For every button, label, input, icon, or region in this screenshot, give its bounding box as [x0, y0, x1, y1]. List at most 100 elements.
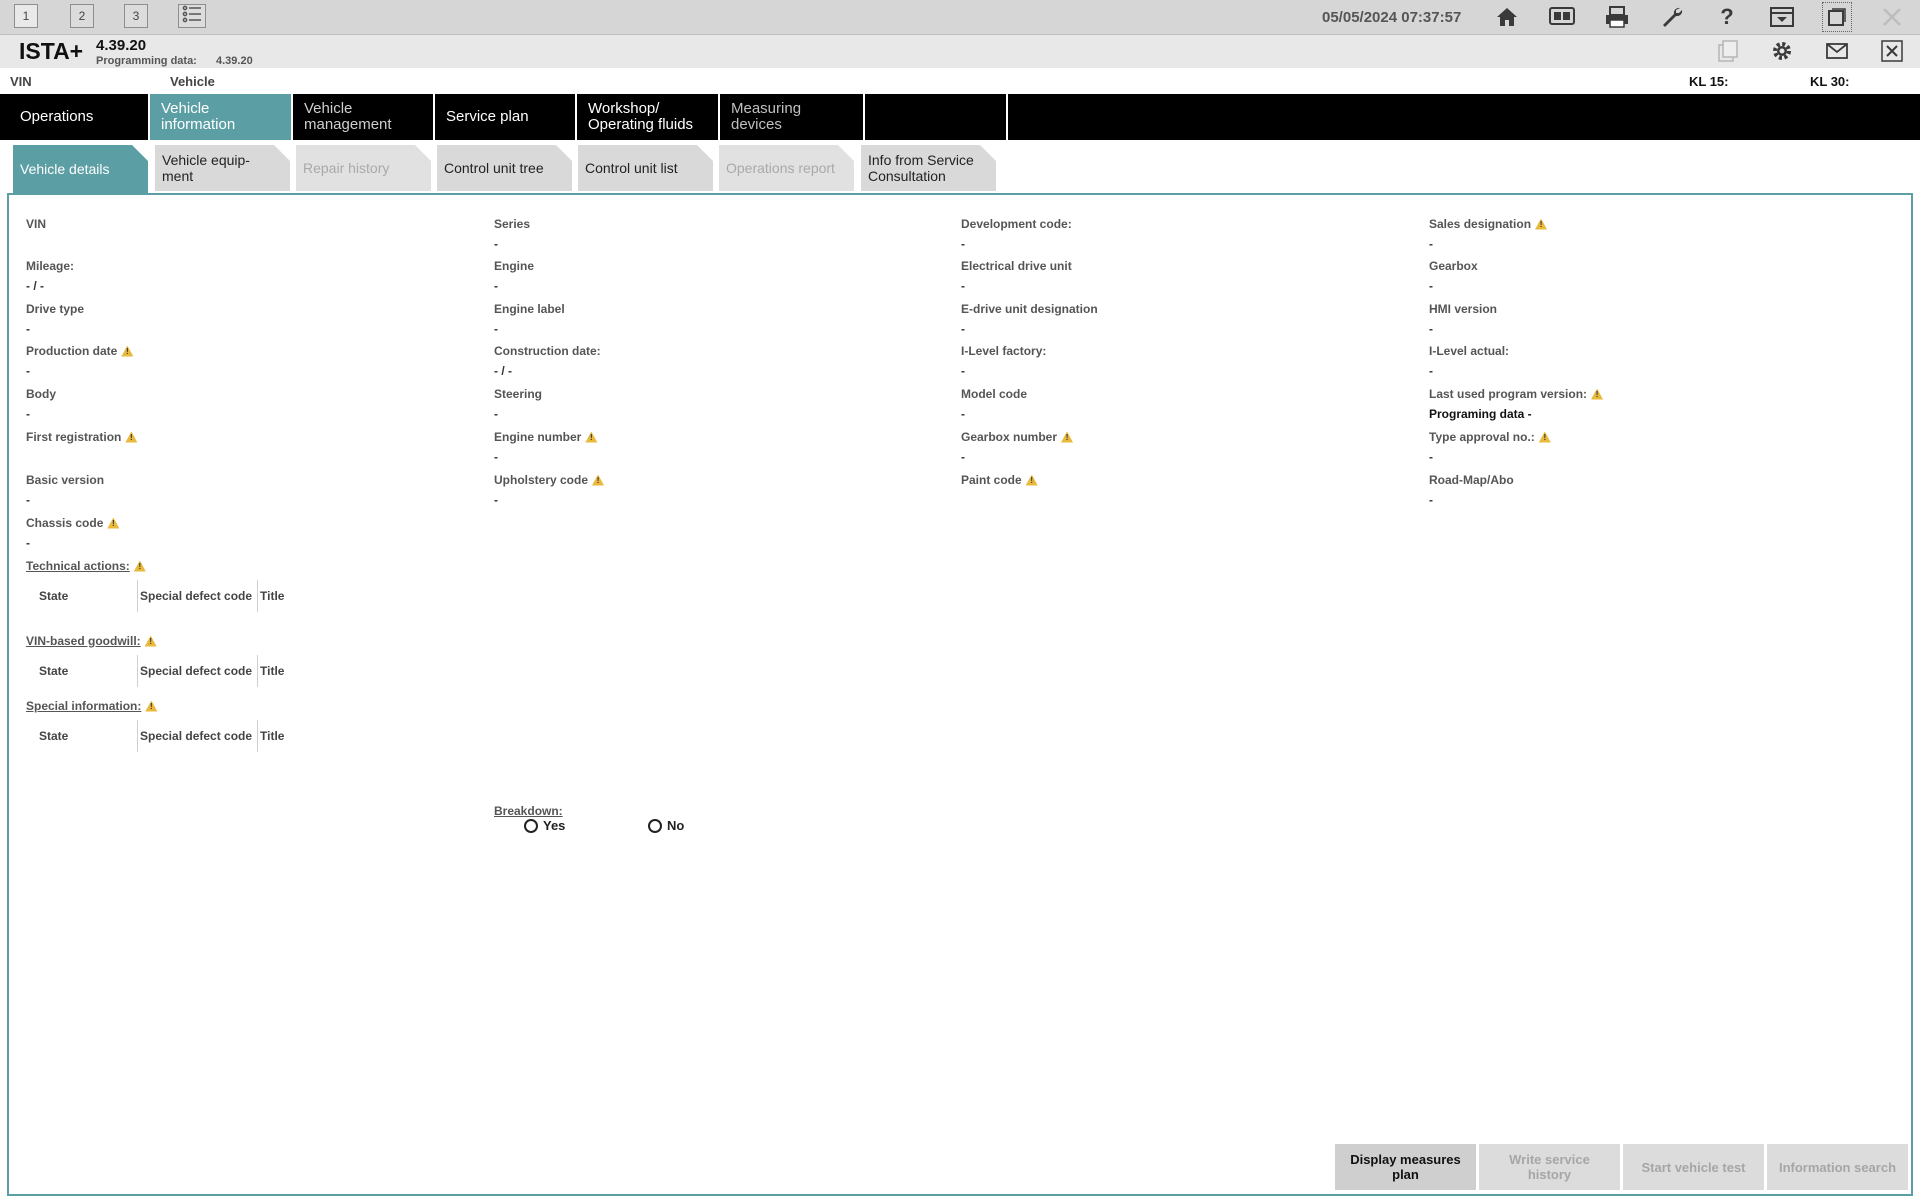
- field-engine: Engine -: [494, 259, 535, 293]
- field-chassis-code: Chassis code -: [26, 516, 120, 550]
- vin-row: VIN Vehicle KL 15: KL 30:: [0, 69, 1920, 93]
- breakdown-label: Breakdown:: [494, 804, 563, 818]
- write-service-history-button[interactable]: Write service history: [1479, 1144, 1620, 1190]
- start-vehicle-test-button[interactable]: Start vehicle test: [1623, 1144, 1764, 1190]
- field-i-level-factory: I-Level factory: -: [961, 344, 1047, 378]
- tab-vehicle-information[interactable]: Vehicle information: [150, 94, 293, 140]
- window-2-button[interactable]: 2: [70, 4, 94, 28]
- tab-service-plan[interactable]: Service plan: [435, 94, 577, 140]
- datetime: 05/05/2024 07:37:57: [1322, 9, 1462, 26]
- maximize-icon[interactable]: [1822, 2, 1852, 32]
- technical-actions-link[interactable]: Technical actions:: [26, 559, 146, 573]
- wrench-icon[interactable]: [1657, 2, 1687, 32]
- subtab-repair-history[interactable]: Repair history: [296, 145, 431, 191]
- field-drive-type: Drive type -: [26, 302, 85, 336]
- column-state[interactable]: State: [26, 580, 137, 612]
- warning-icon[interactable]: [107, 517, 120, 529]
- warning-icon[interactable]: [133, 560, 146, 572]
- warning-icon[interactable]: [1061, 431, 1074, 443]
- app-name: ISTA+: [19, 38, 84, 64]
- list-icon[interactable]: [178, 4, 206, 28]
- information-search-button[interactable]: Information search: [1767, 1144, 1908, 1190]
- main-navigation: Operations Vehicle information Vehicle m…: [0, 94, 1920, 140]
- technical-actions-table-header: State Special defect code Title: [26, 580, 326, 612]
- close-app-icon[interactable]: [1877, 36, 1907, 66]
- column-special-defect-code[interactable]: Special defect code: [137, 720, 257, 752]
- warning-icon[interactable]: [1025, 474, 1038, 486]
- home-icon[interactable]: [1492, 2, 1522, 32]
- warning-icon[interactable]: [1535, 218, 1548, 230]
- subtab-vehicle-details[interactable]: Vehicle details: [13, 145, 148, 193]
- help-icon[interactable]: ?: [1712, 2, 1742, 32]
- field-sales-designation: Sales designation -: [1429, 217, 1548, 251]
- column-state[interactable]: State: [26, 720, 137, 752]
- tab-empty: [865, 94, 1008, 140]
- subtab-control-unit-list[interactable]: Control unit list: [578, 145, 713, 191]
- field-paint-code: Paint code: [961, 473, 1038, 507]
- column-special-defect-code[interactable]: Special defect code: [137, 580, 257, 612]
- field-road-map-abo: Road-Map/Abo -: [1429, 473, 1514, 507]
- vehicle-label: Vehicle: [170, 74, 215, 89]
- field-first-registration: First registration: [26, 430, 138, 464]
- dropdown-window-icon[interactable]: [1767, 2, 1797, 32]
- tab-measuring-devices[interactable]: Measuring devices: [720, 94, 865, 140]
- field-e-drive-unit-designation: E-drive unit designation -: [961, 302, 1098, 336]
- column-title[interactable]: Title: [257, 580, 327, 612]
- app-header: ISTA+ 4.39.20 Programming data: 4.39.20: [0, 35, 1920, 68]
- display-measures-plan-button[interactable]: Display measures plan: [1335, 1144, 1476, 1190]
- column-special-defect-code[interactable]: Special defect code: [137, 655, 257, 687]
- programming-data-label: Programming data:: [96, 55, 197, 67]
- warning-icon[interactable]: [1538, 431, 1551, 443]
- field-electrical-drive-unit: Electrical drive unit -: [961, 259, 1072, 293]
- warning-icon[interactable]: [592, 474, 605, 486]
- vin-based-goodwill-link[interactable]: VIN-based goodwill:: [26, 634, 157, 648]
- gear-icon[interactable]: [1767, 36, 1797, 66]
- field-hmi-version: HMI version -: [1429, 302, 1498, 336]
- subtab-info-service-consultation[interactable]: Info from Service Consultation: [861, 145, 996, 191]
- window-1-button[interactable]: 1: [14, 4, 38, 28]
- radio-circle[interactable]: [648, 818, 662, 833]
- warning-icon[interactable]: [585, 431, 598, 443]
- breakdown-no-radio[interactable]: No: [648, 818, 684, 833]
- bmw-logo-icon[interactable]: [1547, 2, 1577, 32]
- field-gearbox: Gearbox -: [1429, 259, 1478, 293]
- subtab-operations-report[interactable]: Operations report: [719, 145, 854, 191]
- warning-icon[interactable]: [1591, 388, 1604, 400]
- document-icon[interactable]: [1712, 36, 1742, 66]
- field-last-used-program-version: Last used program version: Programing da…: [1429, 387, 1604, 421]
- field-development-code: Development code: -: [961, 217, 1072, 251]
- app-version: 4.39.20: [96, 37, 147, 54]
- print-icon[interactable]: [1602, 2, 1632, 32]
- subtab-control-unit-tree[interactable]: Control unit tree: [437, 145, 572, 191]
- mail-icon[interactable]: [1822, 36, 1852, 66]
- field-vin: VIN: [26, 217, 47, 231]
- field-basic-version: Basic version -: [26, 473, 105, 507]
- field-type-approval-no: Type approval no.: -: [1429, 430, 1551, 464]
- column-state[interactable]: State: [26, 655, 137, 687]
- field-engine-label: Engine label -: [494, 302, 565, 336]
- column-title[interactable]: Title: [257, 655, 327, 687]
- warning-icon[interactable]: [121, 345, 134, 357]
- field-body: Body -: [26, 387, 56, 421]
- top-toolbar: 1 2 3 05/05/2024 07:37:57 ?: [0, 0, 1920, 35]
- tab-operations[interactable]: Operations: [0, 94, 150, 140]
- subtab-vehicle-equipment[interactable]: Vehicle equip- ment: [155, 145, 290, 191]
- breakdown-yes-radio[interactable]: Yes: [524, 818, 565, 833]
- window-3-button[interactable]: 3: [124, 4, 148, 28]
- field-construction-date: Construction date: - / -: [494, 344, 601, 378]
- special-information-link[interactable]: Special information:: [26, 699, 158, 713]
- radio-circle[interactable]: [524, 818, 538, 833]
- warning-icon[interactable]: [125, 431, 138, 443]
- close-icon[interactable]: [1877, 2, 1907, 32]
- field-engine-number: Engine number -: [494, 430, 598, 464]
- kl30-label: KL 30:: [1810, 74, 1850, 89]
- special-information-table-header: State Special defect code Title: [26, 720, 326, 752]
- field-production-date: Production date -: [26, 344, 134, 378]
- field-model-code: Model code -: [961, 387, 1028, 421]
- programming-data-value: 4.39.20: [216, 55, 253, 67]
- column-title[interactable]: Title: [257, 720, 327, 752]
- warning-icon[interactable]: [145, 700, 158, 712]
- tab-workshop-operating-fluids[interactable]: Workshop/ Operating fluids: [577, 94, 720, 140]
- tab-vehicle-management[interactable]: Vehicle management: [293, 94, 435, 140]
- warning-icon[interactable]: [144, 635, 157, 647]
